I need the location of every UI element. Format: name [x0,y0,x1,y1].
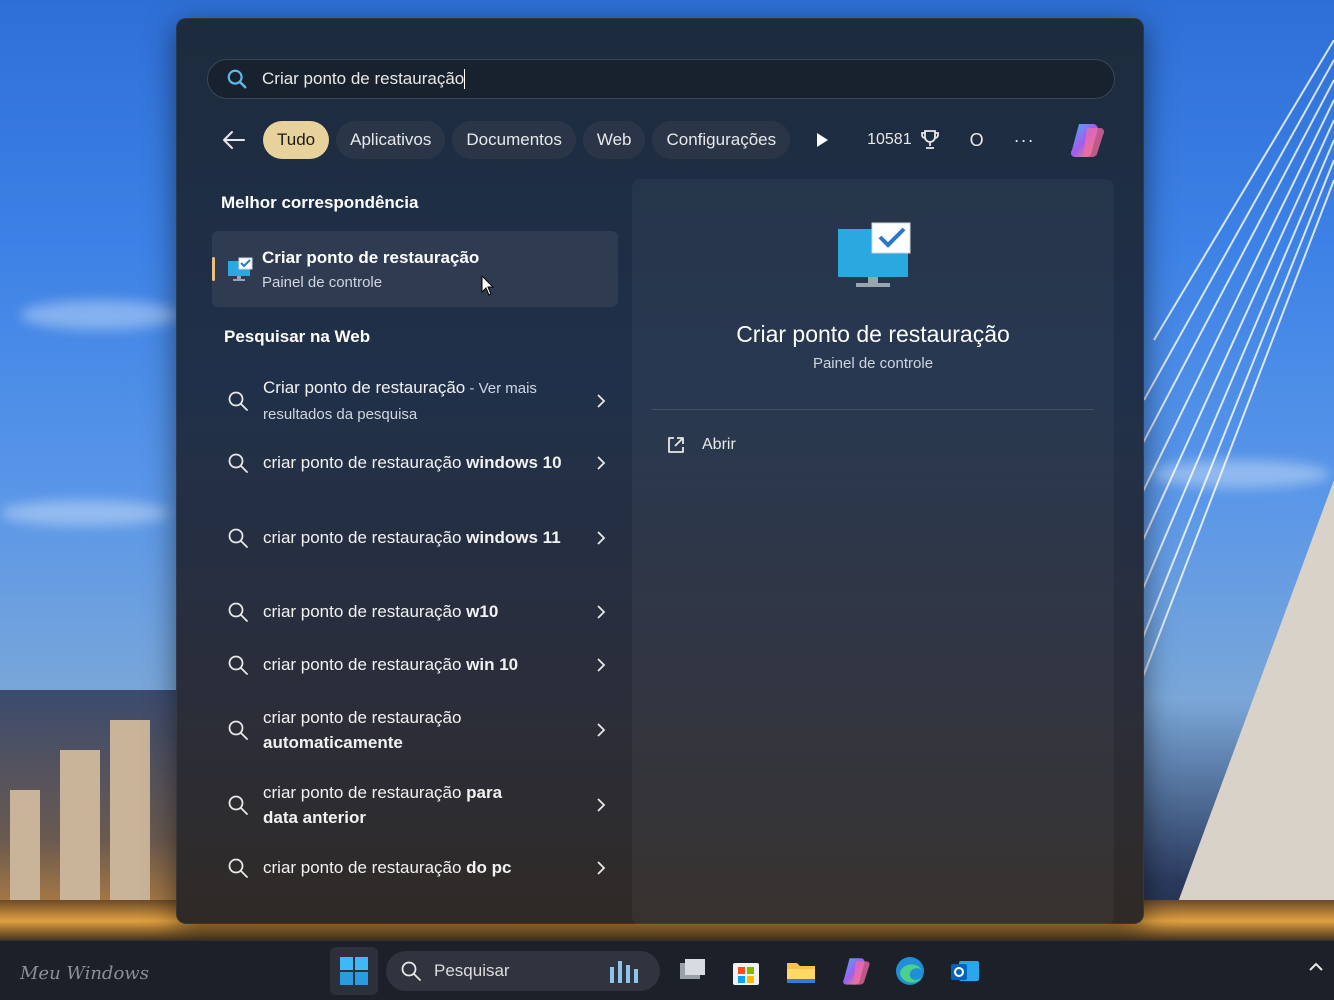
web-result-text: Criar ponto de restauração [263,378,466,397]
chevron-right-icon [597,723,606,737]
arrow-left-icon [223,131,245,149]
best-match-title: Criar ponto de restauração [262,247,480,267]
mouse-cursor [481,275,495,296]
rewards-points[interactable]: 10581 [867,129,940,151]
web-result-item[interactable]: criar ponto de restauração w10 [227,599,607,624]
windows-logo-icon [340,957,368,985]
trophy-icon [920,130,939,149]
system-restore-icon [228,257,253,281]
chevron-right-icon [597,604,606,619]
web-result-item[interactable]: criar ponto de restauração do pc [227,855,607,880]
outlook-icon[interactable] [949,955,981,987]
web-result-item[interactable]: criar ponto de restauração para data ant… [227,780,607,830]
search-icon [228,528,248,548]
best-match-item[interactable]: Criar ponto de restauração Painel de con… [212,231,618,307]
task-view-icon[interactable] [676,955,708,987]
search-query: Criar ponto de restauração [262,69,465,88]
more-filters-button[interactable] [807,125,837,155]
taskbar: Meu Windows Pesquisar [0,940,1334,1000]
preview-title: Criar ponto de restauração [736,321,1010,347]
web-result-text: criar ponto de restauração [263,858,467,877]
tab-tudo[interactable]: Tudo [263,121,330,159]
search-icon [228,720,248,740]
tab-web[interactable]: Web [582,121,646,159]
open-external-icon [668,437,684,453]
web-result-bold: do pc [466,858,512,877]
web-result-item[interactable]: criar ponto de restauração automaticamen… [227,705,607,755]
preview-subtitle: Painel de controle [812,355,934,372]
search-icon [227,69,247,89]
watermark-logo: Meu Windows [20,963,149,984]
filter-bar: Tudo Aplicativos Documentos Web Configur… [217,121,1035,159]
web-search-heading: Pesquisar na Web [224,327,371,346]
search-highlight-icon [610,961,638,983]
search-icon [228,391,248,411]
open-action[interactable]: Abrir [666,435,736,455]
divider [652,409,1094,410]
selection-indicator [212,257,215,281]
chevron-right-icon [597,657,606,672]
cloud [0,500,170,526]
start-button[interactable] [330,947,378,995]
web-result-text: criar ponto de restauração [263,655,467,674]
web-result-text: criar ponto de restauração [263,602,467,621]
text-caret [464,69,466,89]
copilot-icon[interactable] [840,955,872,987]
web-result-bold: w10 [466,602,499,621]
web-result-item[interactable]: Criar ponto de restauração - Ver mais re… [227,375,607,427]
preview-pane: Criar ponto de restauração Painel de con… [632,179,1114,925]
search-icon [228,453,248,473]
web-result-text: criar ponto de restauração [263,783,467,802]
web-result-text: criar ponto de restauração [263,453,467,472]
chevron-right-icon [597,394,606,408]
best-match-heading: Melhor correspondência [221,193,419,212]
web-result-text: criar ponto de restauração [263,528,467,547]
back-button[interactable] [217,123,251,157]
search-input[interactable]: Criar ponto de restauração [207,59,1115,99]
account-avatar[interactable]: O [970,130,984,151]
web-result-bold: windows 10 [466,453,562,472]
copilot-icon[interactable] [1067,120,1107,160]
tab-aplicativos[interactable]: Aplicativos [336,121,446,159]
web-result-bold: windows 11 [466,528,561,547]
search-icon [228,602,248,622]
cloud [20,300,180,330]
play-icon [817,133,829,147]
chevron-up-icon[interactable] [1308,961,1324,973]
tab-configuracoes[interactable]: Configurações [652,121,791,159]
web-result-bold: automaticamente [263,733,403,752]
web-result-bold: win 10 [466,655,519,674]
search-icon [228,795,248,815]
chevron-right-icon [597,798,606,812]
points-value: 10581 [867,131,912,148]
search-panel: Criar ponto de restauração Tudo Aplicati… [176,18,1144,925]
best-match-subtitle: Painel de controle [262,273,383,291]
web-result-text: criar ponto de restauração [263,708,462,727]
web-result-item[interactable]: criar ponto de restauração win 10 [227,652,607,677]
edge-browser-icon[interactable] [894,955,926,987]
chevron-right-icon [597,455,606,470]
taskbar-search-label: Pesquisar [434,961,510,980]
file-explorer-icon[interactable] [785,955,817,987]
more-options-button[interactable]: ··· [1014,130,1035,151]
microsoft-store-icon[interactable] [730,955,762,987]
web-result-item[interactable]: criar ponto de restauração windows 11 [227,525,607,550]
search-icon [228,655,248,675]
search-icon [228,858,248,878]
chevron-right-icon [597,860,606,875]
taskbar-search[interactable]: Pesquisar [386,951,660,991]
system-restore-icon [838,222,911,287]
web-result-item[interactable]: criar ponto de restauração windows 10 [227,450,607,475]
open-label: Abrir [702,436,736,453]
tab-documentos[interactable]: Documentos [452,121,576,159]
bridge-cables [1134,40,1334,940]
search-icon [401,961,421,981]
chevron-right-icon [597,530,606,545]
